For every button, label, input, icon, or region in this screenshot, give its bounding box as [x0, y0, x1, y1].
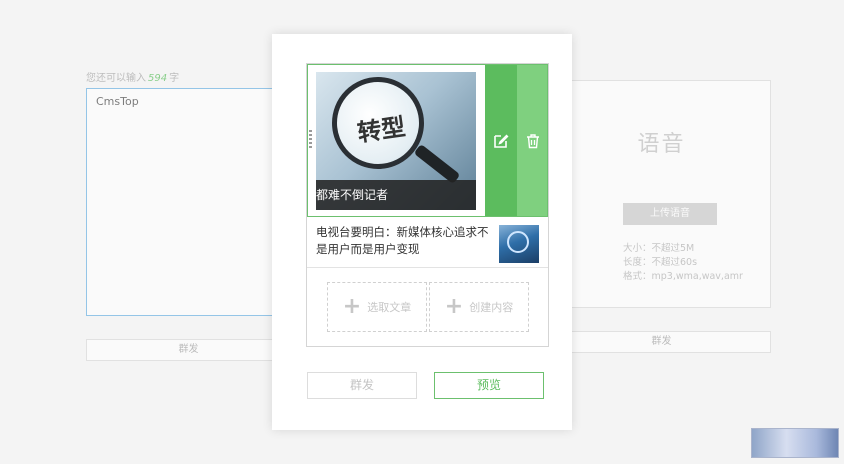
voice-spec-format: 格式：mp3,wma,wav,amr — [623, 271, 743, 282]
trash-icon — [527, 133, 539, 148]
text-send-button[interactable]: 群发 — [86, 339, 291, 361]
remaining-count: 594 — [148, 73, 168, 84]
cover-article[interactable]: 转型 都难不倒记者 — [307, 64, 548, 217]
editor-content: CmsTop — [96, 95, 139, 108]
text-message-editor[interactable]: CmsTop — [86, 88, 291, 316]
article-group: 转型 都难不倒记者 电视台要明白：新媒体核心追求不是用户而是用户变现 + 选取文… — [306, 63, 549, 347]
sub-article[interactable]: 电视台要明白：新媒体核心追求不是用户而是用户变现 — [307, 217, 548, 268]
preview-button[interactable]: 预览 — [434, 372, 544, 399]
edit-article-button[interactable] — [485, 65, 517, 216]
plus-icon: + — [342, 294, 362, 319]
magnifier-handle — [413, 143, 461, 185]
plus-icon: + — [444, 294, 464, 319]
voice-send-button[interactable]: 群发 — [552, 331, 771, 353]
voice-spec-size: 大小：不超过5M — [623, 243, 695, 254]
delete-article-button[interactable] — [517, 65, 547, 216]
cover-image: 转型 都难不倒记者 — [316, 72, 476, 210]
corner-logo — [751, 428, 839, 458]
add-content-row: + 选取文章 + 创建内容 — [327, 282, 529, 332]
voice-spec-length: 长度：不超过60s — [623, 257, 698, 268]
modal-send-button[interactable]: 群发 — [307, 372, 417, 399]
thumbnail-graphic — [507, 231, 529, 253]
cover-caption: 都难不倒记者 — [316, 180, 476, 210]
create-content-button[interactable]: + 创建内容 — [429, 282, 529, 332]
select-article-button[interactable]: + 选取文章 — [327, 282, 427, 332]
drag-handle[interactable] — [309, 130, 312, 150]
upload-voice-button[interactable]: 上传语音 — [623, 203, 717, 225]
remaining-chars-hint: 您还可以输入 594 字 — [86, 73, 180, 84]
cover-image-text: 转型 — [355, 112, 408, 148]
voice-panel: 语音 上传语音 大小：不超过5M 长度：不超过60s 格式：mp3,wma,wa… — [552, 80, 771, 308]
magnifier-lens: 转型 — [332, 77, 424, 169]
news-article-modal: 转型 都难不倒记者 电视台要明白：新媒体核心追求不是用户而是用户变现 + 选取文… — [272, 34, 572, 430]
voice-spec: 大小：不超过5M 长度：不超过60s 格式：mp3,wma,wav,amr — [623, 242, 743, 284]
edit-icon — [494, 134, 509, 148]
voice-title: 语音 — [637, 132, 686, 157]
sub-article-title: 电视台要明白：新媒体核心追求不是用户而是用户变现 — [316, 225, 489, 256]
sub-article-thumbnail — [499, 225, 539, 263]
